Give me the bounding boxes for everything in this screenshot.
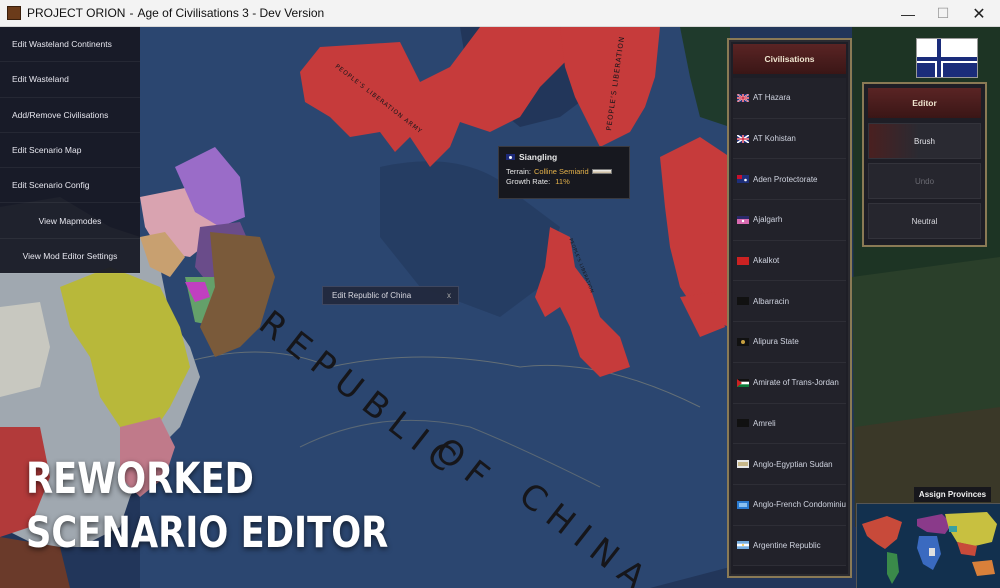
neutral-button[interactable]: Neutral <box>868 203 981 239</box>
civ-name: Anglo-Egyptian Sudan <box>753 459 833 469</box>
edit-country-label: Edit Republic of China <box>332 291 412 300</box>
jordan-flag-icon <box>737 378 749 387</box>
terrain-icon <box>591 169 612 174</box>
terrain-value: Colline Semiarid <box>534 167 589 176</box>
app-icon <box>7 6 21 20</box>
growth-label: Growth Rate: <box>506 177 551 186</box>
civ-name: Amreli <box>753 418 776 428</box>
civ-name: Alipura State <box>753 337 799 347</box>
civ-name: AT Hazara <box>753 93 791 103</box>
window-title: PROJECT ORION <box>27 6 126 20</box>
minimap[interactable] <box>856 503 1000 588</box>
civ-item[interactable]: AT Hazara <box>733 78 846 119</box>
menu-add-remove-civilisations[interactable]: Add/Remove Civilisations <box>0 98 140 133</box>
window-title-bar: PROJECT ORION - Age of Civilisations 3 -… <box>0 0 1000 27</box>
pink-star-flag-icon <box>737 215 749 224</box>
menu-edit-scenario-config[interactable]: Edit Scenario Config <box>0 168 140 204</box>
undo-button[interactable]: Undo <box>868 163 981 199</box>
civ-item[interactable]: Ajalgarh <box>733 200 846 241</box>
uk-flag-icon <box>737 93 749 102</box>
brush-button[interactable]: Brush <box>868 123 981 159</box>
civ-name: Albarracin <box>753 296 790 306</box>
civ-item[interactable]: Amirate of Trans-Jordan <box>733 362 846 404</box>
minimize-button[interactable]: — <box>890 0 926 27</box>
menu-view-mod-editor-settings[interactable]: View Mod Editor Settings <box>0 239 140 275</box>
minimize-icon: — <box>901 5 915 22</box>
black-flag-icon <box>737 419 749 428</box>
civ-name: Anglo-French Condominium <box>753 500 846 510</box>
black-flag-icon <box>737 297 749 306</box>
condominium-flag-icon <box>737 500 749 509</box>
window-subtitle: Age of Civilisations 3 - Dev Version <box>137 6 325 20</box>
civ-item[interactable]: Amreli <box>733 403 846 445</box>
assign-provinces-label: Assign Provinces <box>914 487 991 502</box>
civ-item[interactable]: Anglo-Egyptian Sudan <box>733 444 846 485</box>
sudan-flag-icon <box>737 460 749 469</box>
civ-item[interactable]: Albarracin <box>733 281 846 323</box>
growth-value: 11% <box>555 177 570 186</box>
editor-title: Editor <box>868 88 981 118</box>
civ-name: AT Kohistan <box>753 134 796 144</box>
civ-item[interactable]: Argentine Republic <box>733 525 846 567</box>
selected-civ-flag[interactable] <box>916 38 978 78</box>
argentina-flag-icon <box>737 541 749 550</box>
promo-line-1: REWORKED <box>26 454 254 504</box>
emblem-flag-icon <box>737 337 749 346</box>
title-separator: - <box>129 6 134 20</box>
province-name: Siangling <box>519 152 558 162</box>
civ-item[interactable]: Alipura State <box>733 322 846 363</box>
civ-name: Amirate of Trans-Jordan <box>753 378 839 388</box>
civilisations-list[interactable]: AT Hazara AT Kohistan Aden Protectorate … <box>733 78 846 567</box>
civilisations-panel: Civilisations AT Hazara AT Kohistan Aden… <box>727 38 852 578</box>
menu-edit-scenario-map[interactable]: Edit Scenario Map <box>0 133 140 169</box>
province-flag-icon <box>506 154 515 160</box>
menu-edit-wasteland-continents[interactable]: Edit Wasteland Continents <box>0 27 140 63</box>
civ-flag-icon <box>917 39 977 77</box>
civ-name: Aden Protectorate <box>753 174 818 184</box>
editor-panel: Editor Brush Undo Neutral <box>862 82 987 247</box>
edit-country-button[interactable]: Edit Republic of China x <box>322 286 459 305</box>
menu-view-mapmodes[interactable]: View Mapmodes <box>0 203 140 239</box>
uk-flag-icon <box>737 134 749 143</box>
maximize-button[interactable]: ☐ <box>925 0 961 27</box>
terrain-label: Terrain: <box>506 167 532 176</box>
scenario-editor-menu: Edit Wasteland Continents Edit Wasteland… <box>0 27 140 275</box>
maximize-icon: ☐ <box>936 5 950 21</box>
civ-name: Argentine Republic <box>753 540 821 550</box>
promo-line-2: SCENARIO EDITOR <box>26 508 389 558</box>
civ-item[interactable]: Akalkot <box>733 240 846 282</box>
minimap-canvas[interactable] <box>857 504 1000 588</box>
promo-headline: REWORKED SCENARIO EDITOR <box>26 452 468 560</box>
civ-name: Akalkot <box>753 256 780 266</box>
menu-edit-wasteland[interactable]: Edit Wasteland <box>0 62 140 98</box>
civ-item[interactable]: AT Kohistan <box>733 118 846 160</box>
close-edit-country-icon[interactable]: x <box>447 291 451 300</box>
blue-ensign-flag-icon <box>737 175 749 184</box>
civ-item[interactable]: Aden Protectorate <box>733 159 846 201</box>
province-tooltip: Siangling Terrain: Colline Semiarid Grow… <box>498 146 630 199</box>
close-button[interactable]: ✕ <box>961 0 997 27</box>
civilisations-title: Civilisations <box>733 44 846 74</box>
red-flag-icon <box>737 256 749 265</box>
civ-item[interactable]: Anglo-French Condominium <box>733 484 846 526</box>
civ-name: Ajalgarh <box>753 215 783 225</box>
close-icon: ✕ <box>972 5 986 23</box>
